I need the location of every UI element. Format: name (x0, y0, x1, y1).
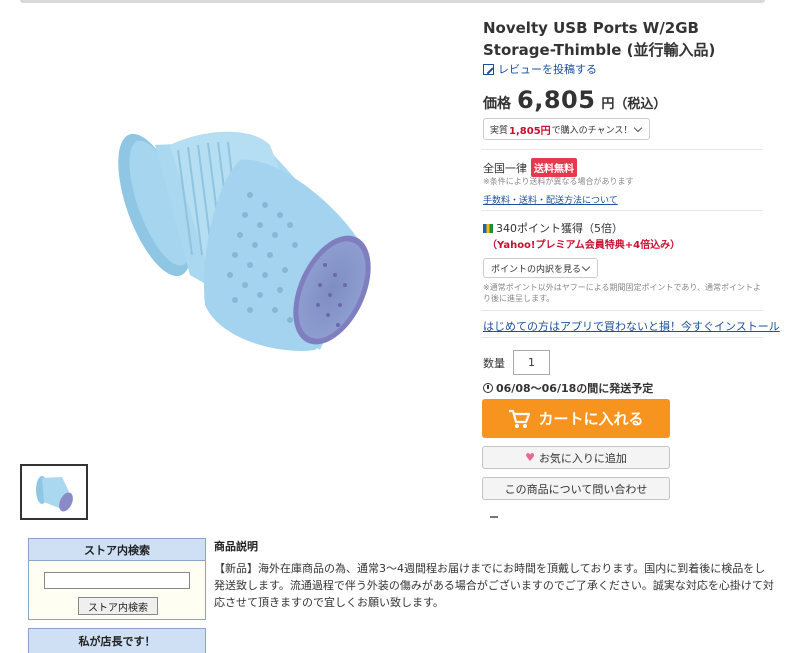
price-label: 価格 (483, 96, 511, 112)
description-heading: 商品説明 (214, 540, 258, 553)
chevron-down-icon (633, 123, 643, 133)
pencil-icon (483, 63, 494, 75)
product-thumbnail[interactable] (20, 464, 88, 520)
points-breakdown-label: ポイントの内訳を見る (491, 264, 582, 275)
cut-off-icon (490, 516, 498, 518)
points-earn: 340ポイント獲得（5倍） (496, 222, 623, 235)
store-search-box: ストア内検索 ストア内検索 (28, 538, 206, 620)
manager-box-heading: 私が店長です！ (28, 628, 206, 653)
delivery-row: 06/08〜06/18の間に発送予定 (483, 380, 653, 396)
cart-icon (509, 409, 531, 428)
price-unit: 円（税込） (601, 97, 667, 112)
purchase-chance-dropdown[interactable]: 実質 1,805円 で購入のチャンス！ (483, 118, 650, 140)
heart-icon: ♥ (525, 451, 535, 464)
shipping-label: 全国一律 (483, 161, 527, 175)
price-row: 価格 6,805 円（税込） (483, 86, 666, 114)
points-breakdown-dropdown[interactable]: ポイントの内訳を見る (483, 258, 598, 278)
clock-icon (483, 383, 493, 393)
premium-bonus-text: （Yahoo!プレミアム会員特典+4倍込み） (487, 240, 681, 251)
inquiry-label: この商品について問い合わせ (504, 482, 648, 496)
shipping-note: ※条件により送料が異なる場合があります (483, 177, 634, 186)
review-link-label: レビューを投稿する (498, 63, 597, 76)
divider (481, 210, 763, 211)
divider (481, 149, 763, 150)
price-value: 6,805 (517, 86, 596, 114)
delivery-text: 06/08〜06/18の間に発送予定 (496, 382, 654, 395)
shipping-row: 全国一律 送料無料 (483, 158, 577, 177)
points-note: ※通常ポイント以外はヤフーによる期間固定ポイントであり、通常ポイントより後に進呈… (483, 283, 762, 303)
store-search-input[interactable] (44, 572, 190, 589)
chance-amount: 1,805円 (509, 125, 551, 137)
chance-prefix: 実質 (490, 125, 509, 136)
app-install-link[interactable]: はじめての方はアプリで買わないと損！今すぐインストール (483, 318, 780, 334)
product-main-image (100, 105, 390, 365)
divider (481, 310, 763, 311)
points-icon (483, 223, 493, 233)
inquiry-button[interactable]: この商品について問い合わせ (482, 477, 670, 500)
description-body: 【新品】海外在庫商品の為、通常3〜4週間程お届けまでにお時間を頂戴しております。… (214, 562, 774, 609)
quantity-label: 数量 (483, 356, 505, 370)
add-to-cart-label: カートに入れる (538, 410, 644, 428)
quantity-input[interactable] (513, 350, 550, 375)
favorites-label: お気に入りに追加 (538, 451, 627, 465)
add-to-favorites-button[interactable]: ♥ お気に入りに追加 (482, 446, 670, 469)
free-shipping-badge: 送料無料 (531, 158, 577, 177)
points-row: 340ポイント獲得（5倍） (483, 220, 623, 236)
product-title: Novelty USB Ports W/2GB Storage-Thimble … (483, 19, 716, 59)
chance-suffix: で購入のチャンス！ (551, 125, 633, 136)
top-divider-bar (20, 0, 765, 3)
chevron-down-icon (581, 262, 591, 272)
store-search-heading: ストア内検索 (29, 539, 205, 561)
store-search-button[interactable]: ストア内検索 (78, 597, 158, 615)
divider (481, 337, 763, 338)
review-link[interactable]: レビューを投稿する (483, 61, 597, 77)
quantity-row: 数量 (483, 350, 550, 375)
add-to-cart-button[interactable]: カートに入れる (482, 399, 670, 438)
shipping-info-link[interactable]: 手数料・送料・配送方法について (483, 193, 618, 206)
